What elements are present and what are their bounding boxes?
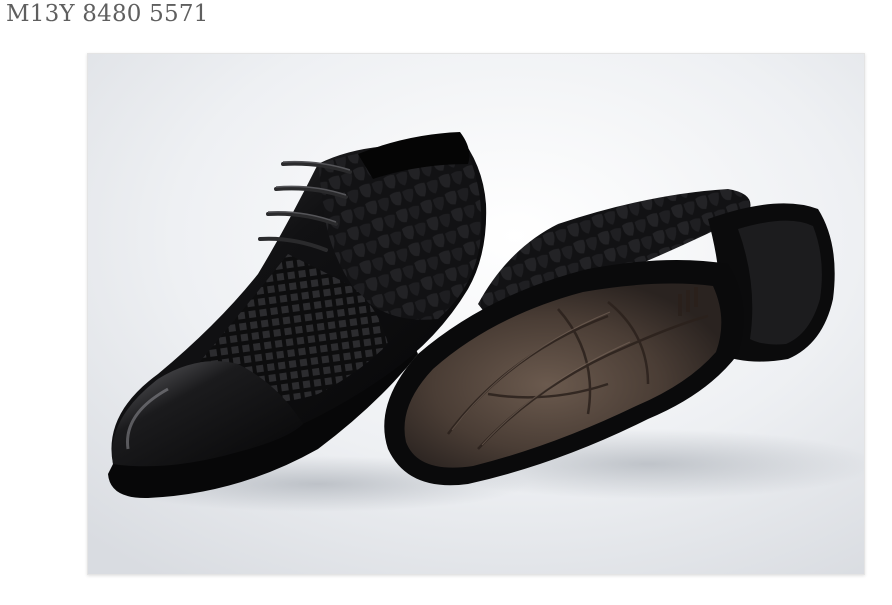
product-photo[interactable] — [87, 53, 865, 575]
product-code-title: M13Y 8480 5571 — [6, 1, 209, 27]
shoe-pair-icon — [88, 54, 864, 574]
